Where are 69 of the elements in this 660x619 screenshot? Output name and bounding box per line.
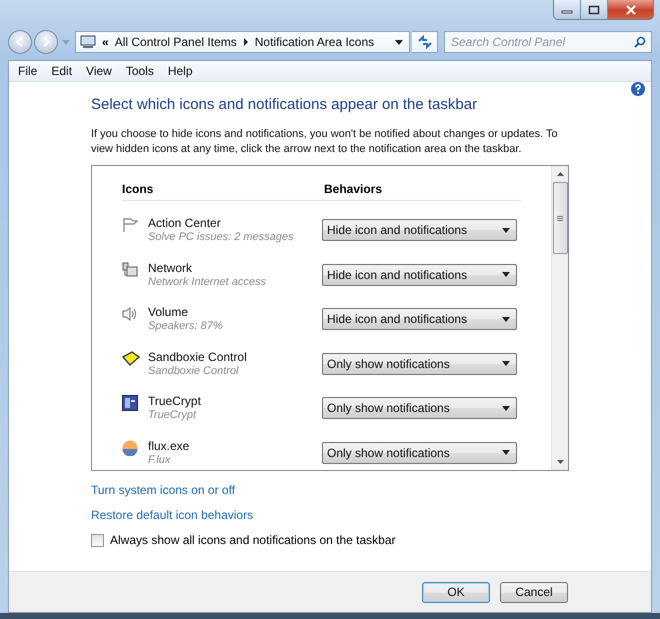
dropdown-icon[interactable] bbox=[395, 40, 403, 44]
grip-icon bbox=[557, 216, 563, 220]
app-name: Volume bbox=[148, 305, 190, 319]
menu-item[interactable]: Edit bbox=[44, 64, 80, 78]
app-name: Sandboxie Control bbox=[148, 350, 248, 364]
behavior-dropdown[interactable]: Only show notifications bbox=[322, 352, 517, 374]
app-description: Solve PC issues: 2 messages bbox=[148, 230, 295, 244]
network-icon bbox=[122, 262, 138, 278]
app-name: Action Center bbox=[148, 216, 222, 230]
behavior-dropdown[interactable]: Hide icon and notifications bbox=[322, 264, 517, 286]
back-button[interactable] bbox=[8, 30, 32, 54]
dropdown-arrow-icon bbox=[502, 272, 510, 277]
behavior-dropdown[interactable]: Hide icon and notifications bbox=[322, 308, 517, 330]
app-description: Network Internet access bbox=[148, 274, 267, 288]
ok-button[interactable]: OK bbox=[422, 582, 490, 602]
dropdown-arrow-icon bbox=[502, 450, 510, 455]
scrollbar-thumb[interactable] bbox=[552, 182, 568, 254]
breadcrumb-separator: « bbox=[102, 35, 109, 49]
window-icon bbox=[122, 395, 138, 411]
app-name: TrueCrypt bbox=[148, 394, 202, 408]
computer-icon bbox=[80, 35, 96, 49]
close-icon bbox=[624, 4, 636, 14]
cancel-button[interactable]: Cancel bbox=[500, 582, 568, 602]
app-description: Sandboxie Control bbox=[148, 364, 240, 378]
address-bar[interactable]: « All Control Panel Items Notification Area Icons bbox=[75, 31, 410, 53]
column-header: Behaviors bbox=[324, 182, 382, 196]
dropdown-arrow-icon bbox=[502, 406, 510, 410]
checkbox-label: Always show all icons and notifications on the taskbar bbox=[110, 533, 396, 547]
menu-item[interactable]: Tools bbox=[118, 64, 161, 78]
app-description: F.lux bbox=[148, 452, 172, 466]
behavior-dropdown[interactable]: Only show notifications bbox=[322, 442, 517, 464]
dropdown-arrow-icon bbox=[502, 361, 510, 366]
behavior-dropdown[interactable]: Hide icon and notifications bbox=[322, 219, 517, 241]
behavior-dropdown[interactable]: Only show notifications bbox=[322, 397, 517, 419]
search-icon[interactable] bbox=[634, 36, 646, 48]
chevron-icon bbox=[242, 38, 249, 46]
breadcrumb-item[interactable]: All Control Panel Items bbox=[114, 35, 237, 49]
checkbox[interactable] bbox=[91, 534, 104, 546]
app-name: Network bbox=[148, 260, 194, 274]
dropdown-arrow-icon bbox=[502, 228, 510, 232]
scroll-up-icon[interactable] bbox=[556, 172, 564, 176]
close-button[interactable] bbox=[608, 0, 653, 19]
menu-item[interactable]: File bbox=[11, 64, 44, 78]
refresh-button[interactable] bbox=[412, 31, 438, 53]
diamond-icon bbox=[122, 350, 140, 366]
app-description: Speakers: 87% bbox=[148, 319, 224, 333]
sunset-icon bbox=[122, 440, 138, 456]
speaker-icon bbox=[122, 306, 138, 322]
scroll-down-icon[interactable] bbox=[556, 460, 564, 464]
column-header: Icons bbox=[122, 182, 154, 196]
app-name: flux.exe bbox=[148, 438, 190, 452]
maximize-icon bbox=[588, 4, 600, 14]
search-field[interactable]: Search Control Panel bbox=[444, 31, 652, 53]
minimize-button[interactable] bbox=[554, 0, 581, 19]
maximize-button[interactable] bbox=[581, 0, 608, 19]
menu-item[interactable]: Help bbox=[160, 64, 200, 78]
page-heading: Select which icons and notifications appear on the taskbar bbox=[91, 96, 478, 113]
dropdown-arrow-icon bbox=[502, 316, 510, 322]
app-description: TrueCrypt bbox=[148, 408, 198, 422]
menu-item[interactable]: View bbox=[79, 64, 119, 78]
forward-button[interactable] bbox=[34, 30, 58, 54]
link[interactable]: Restore default icon behaviors bbox=[91, 508, 254, 522]
help-icon[interactable] bbox=[631, 82, 645, 96]
scrollbar[interactable] bbox=[551, 166, 568, 470]
link[interactable]: Turn system icons on or off bbox=[91, 483, 236, 497]
flag-icon bbox=[122, 217, 138, 233]
refresh-icon bbox=[416, 35, 432, 49]
breadcrumb-item[interactable]: Notification Area Icons bbox=[254, 35, 374, 49]
description-text: If you choose to hide icons and notifications, you won't be notified about changes or updates. To view hidden icons at any time, click the arrow next to the notification area on the taskbar. bbox=[91, 127, 559, 157]
